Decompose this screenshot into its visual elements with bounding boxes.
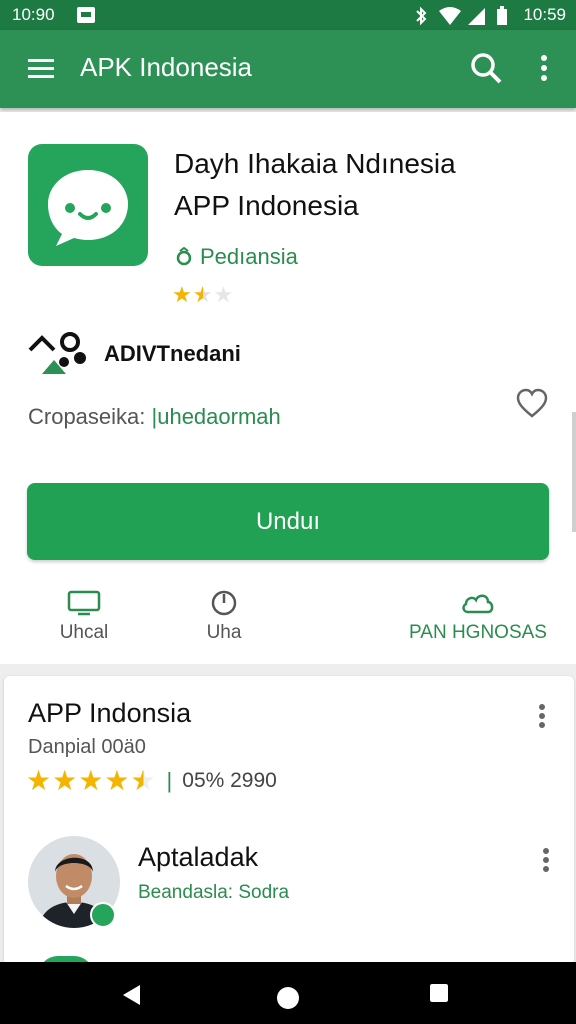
app-bar-title: APK Indonesia bbox=[80, 52, 253, 82]
action-uha[interactable]: Uha bbox=[192, 588, 256, 644]
clock-icon bbox=[211, 590, 237, 616]
publisher-logo-icon bbox=[28, 332, 86, 374]
search-icon[interactable] bbox=[468, 50, 504, 86]
bluetooth-icon bbox=[416, 6, 427, 26]
rating-stars: ★★★★★ bbox=[26, 764, 157, 797]
star-half-icon: ★ bbox=[130, 765, 157, 796]
developer-icon bbox=[176, 247, 192, 266]
reviewer-name: Aptaladak bbox=[138, 842, 259, 872]
verified-badge-icon bbox=[90, 902, 116, 928]
more-vert-icon[interactable] bbox=[536, 702, 548, 730]
action-label: Uhcal bbox=[59, 622, 109, 643]
star-full-icon: ★ bbox=[52, 765, 79, 796]
status-time-left: 10:90 bbox=[12, 5, 55, 24]
app-title-line2: APP Indonesia bbox=[174, 190, 359, 221]
star-full-icon: ★ bbox=[26, 765, 53, 796]
category-row: Cropaseika: |uhedaormah bbox=[28, 404, 281, 430]
category-label: Cropaseika: bbox=[28, 404, 146, 429]
review-rating-row: ★★★★★ | 05% 2990 bbox=[26, 764, 277, 797]
heart-icon[interactable] bbox=[516, 388, 548, 420]
review-card-subtitle: Danpial 00ä0 bbox=[28, 736, 146, 758]
scrollbar[interactable] bbox=[572, 412, 576, 532]
status-time-right: 10:59 bbox=[523, 5, 566, 24]
battery-icon bbox=[497, 6, 507, 25]
category-value[interactable]: |uhedaormah bbox=[152, 404, 281, 429]
chat-bubble-icon bbox=[48, 170, 128, 246]
developer-row[interactable]: Pedıansia bbox=[174, 244, 298, 270]
more-vert-icon[interactable] bbox=[532, 50, 556, 86]
star-full-icon: ★ bbox=[104, 765, 131, 796]
action-label: PAN HGNOSAS bbox=[409, 622, 547, 643]
app-title-line1: Dayh Ihakaia Ndınesia bbox=[174, 148, 456, 179]
review-card-title: APP Indonsia bbox=[28, 698, 192, 728]
app-bar: APK Indonesia bbox=[0, 30, 576, 108]
publisher-name: ADIVTnedani bbox=[104, 341, 241, 366]
home-icon[interactable] bbox=[276, 986, 300, 1010]
action-uhcal[interactable]: Uhcal bbox=[52, 588, 116, 644]
rating-stars-small: ★★★ bbox=[172, 282, 234, 308]
rating-divider: | bbox=[166, 767, 173, 793]
rating-count: 05% 2990 bbox=[182, 768, 277, 792]
action-pan-hgnosas[interactable]: PAN HGNOSAS bbox=[398, 588, 558, 644]
screen-icon bbox=[67, 590, 101, 616]
reviewer-subtitle: Beandasla: Sodra bbox=[138, 882, 290, 903]
notification-icon bbox=[77, 7, 95, 23]
star-half-icon: ★ bbox=[192, 282, 214, 307]
menu-icon[interactable] bbox=[26, 54, 56, 84]
more-vert-icon[interactable] bbox=[540, 846, 552, 874]
developer-name: Pedıansia bbox=[200, 244, 298, 269]
status-bar: 10:90 10:59 bbox=[0, 0, 576, 30]
publisher-row[interactable]: ADIVTnedani bbox=[28, 330, 241, 378]
star-empty-icon: ★ bbox=[213, 282, 235, 307]
signal-icon bbox=[468, 8, 485, 25]
app-icon bbox=[28, 144, 148, 266]
recent-apps-icon[interactable] bbox=[430, 984, 448, 1002]
action-label: Uha bbox=[206, 622, 242, 643]
star-full-icon: ★ bbox=[172, 282, 193, 307]
back-icon[interactable] bbox=[120, 984, 142, 1006]
star-full-icon: ★ bbox=[78, 765, 105, 796]
wifi-icon bbox=[439, 7, 461, 25]
review-card: APP Indonsia Danpial 00ä0 ★★★★★ | 05% 29… bbox=[4, 676, 574, 976]
app-detail-card: Dayh Ihakaia Ndınesia APP Indonesia Pedı… bbox=[0, 112, 576, 664]
cloud-icon bbox=[462, 594, 494, 614]
install-button[interactable]: Unduı bbox=[27, 483, 549, 560]
